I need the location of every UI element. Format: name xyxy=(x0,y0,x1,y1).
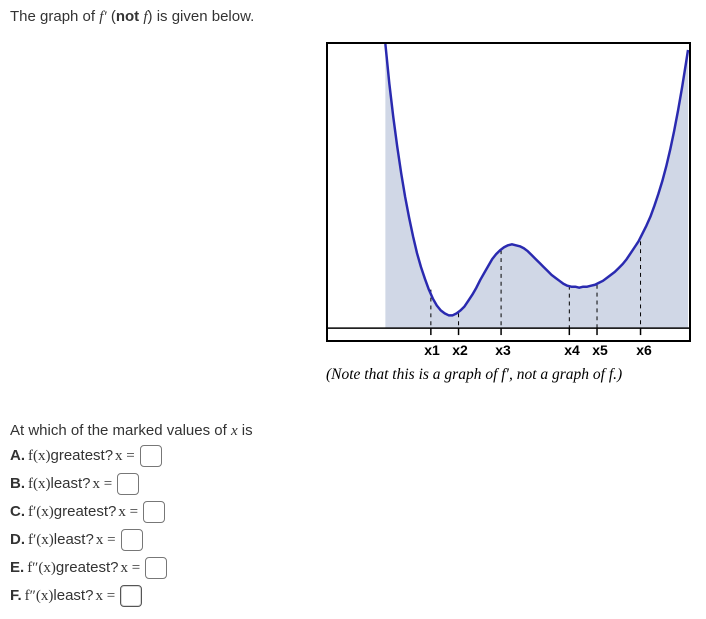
x-axis-labels: x1 x2 x3 x4 x5 x6 xyxy=(328,342,689,360)
question-row: B. f(x) least? x = xyxy=(10,472,253,496)
x-tick-label: x1 xyxy=(424,342,440,358)
question-row: E. f″(x) greatest? x = xyxy=(10,556,253,580)
function-expr: f(x) xyxy=(28,444,51,468)
prompt-text: The graph of f′ (not f) is given below. xyxy=(10,8,254,26)
function-expr: f′(x) xyxy=(28,500,54,524)
answer-input-d[interactable] xyxy=(121,529,143,551)
chart-block: x1 x2 x3 x4 x5 x6 (Note that this is a graph … xyxy=(326,42,696,384)
x-tick-label: x6 xyxy=(636,342,652,358)
question-letter: C. xyxy=(10,500,25,524)
x-equals: x = xyxy=(93,472,113,496)
x-equals: x = xyxy=(95,584,115,608)
question-letter: D. xyxy=(10,528,25,552)
chart-svg xyxy=(328,44,689,340)
x-tick-label: x3 xyxy=(495,342,511,358)
function-expr: f(x) xyxy=(28,472,51,496)
which-text: greatest? xyxy=(56,556,119,580)
which-text: greatest? xyxy=(54,500,117,524)
question-block: At which of the marked values of x is A.… xyxy=(10,422,253,612)
answer-input-e[interactable] xyxy=(145,557,167,579)
question-row: A. f(x) greatest? x = xyxy=(10,444,253,468)
x-tick-label: x2 xyxy=(452,342,468,358)
question-letter: A. xyxy=(10,444,25,468)
question-letter: F. xyxy=(10,584,22,608)
question-row: C. f′(x) greatest? x = xyxy=(10,500,253,524)
function-expr: f″(x) xyxy=(27,556,56,580)
answer-input-c[interactable] xyxy=(143,501,165,523)
function-expr: f″(x) xyxy=(25,584,54,608)
which-text: greatest? xyxy=(51,444,114,468)
question-intro: At which of the marked values of x is xyxy=(10,422,253,440)
x-tick-label: x5 xyxy=(592,342,608,358)
x-equals: x = xyxy=(96,528,116,552)
chart-frame: x1x2x3x4x5x6 xyxy=(326,42,691,342)
chart-fill xyxy=(385,44,688,328)
which-text: least? xyxy=(53,584,93,608)
question-letter: B. xyxy=(10,472,25,496)
function-expr: f′(x) xyxy=(28,528,54,552)
question-row: D. f′(x) least? x = xyxy=(10,528,253,552)
x-tick-label: x4 xyxy=(564,342,580,358)
question-letter: E. xyxy=(10,556,24,580)
x-equals: x = xyxy=(115,444,135,468)
x-equals: x = xyxy=(118,500,138,524)
question-row: F. f″(x) least? x = xyxy=(10,584,253,608)
which-text: least? xyxy=(51,472,91,496)
answer-input-b[interactable] xyxy=(117,473,139,495)
which-text: least? xyxy=(54,528,94,552)
x-equals: x = xyxy=(120,556,140,580)
chart-caption: (Note that this is a graph of f′, not a … xyxy=(326,366,696,384)
answer-input-a[interactable] xyxy=(140,445,162,467)
answer-input-f[interactable] xyxy=(120,585,142,607)
